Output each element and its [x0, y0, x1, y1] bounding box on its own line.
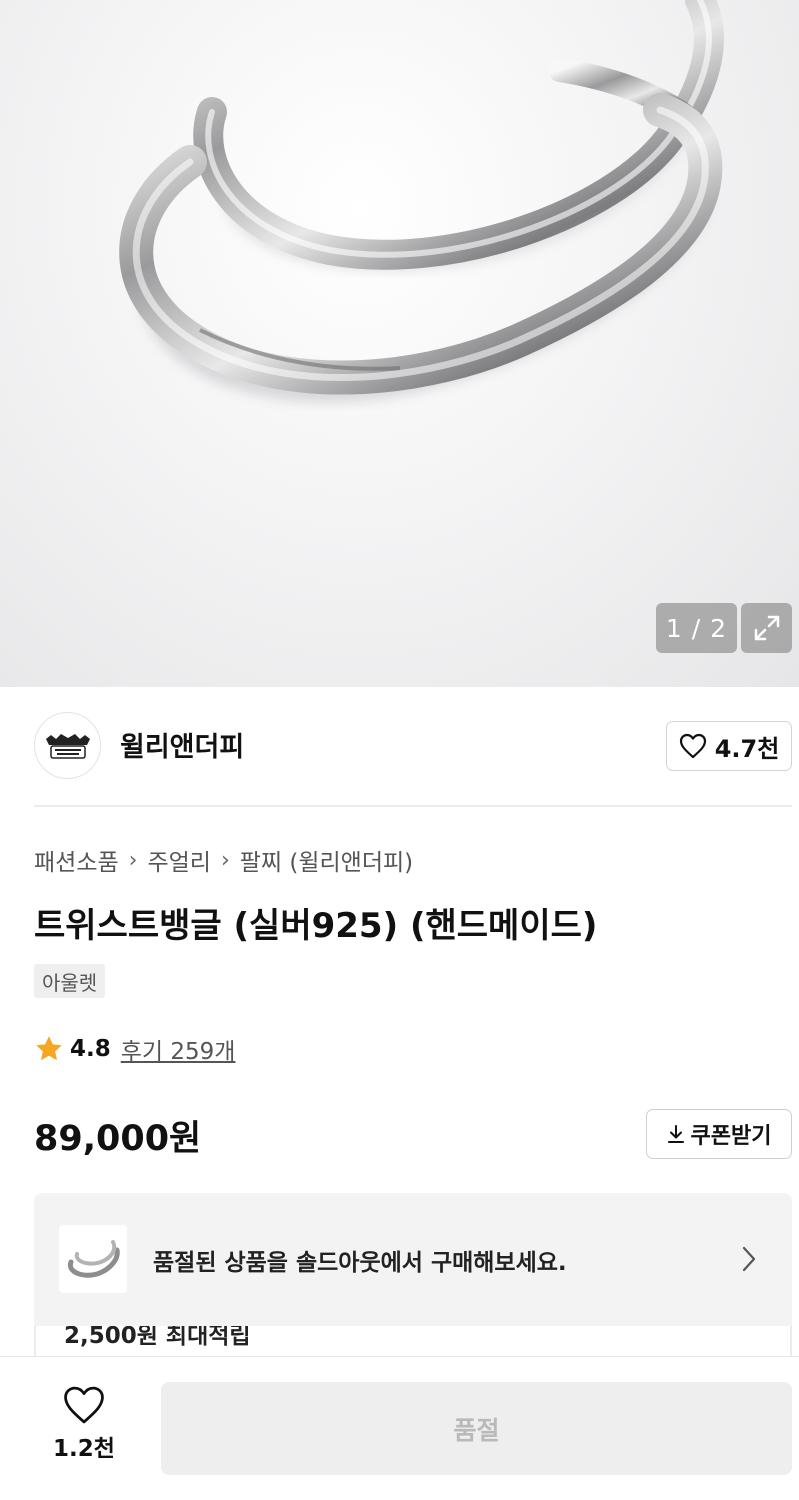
points-strip: 2,500원 최대적립	[34, 1326, 792, 1356]
points-text: 2,500원 최대적립	[64, 1326, 251, 1349]
chevron-right-icon: ›	[128, 847, 138, 873]
review-link[interactable]: 후기 259개	[121, 1032, 236, 1066]
product-title: 트위스트뱅글 (실버925) (핸드메이드)	[34, 906, 598, 946]
brand-logo-image	[45, 733, 90, 759]
rating: 4.8 후기 259개	[34, 1032, 235, 1066]
soldout-banner-text: 품절된 상품을 솔드아웃에서 구매해보세요.	[153, 1250, 567, 1276]
heart-icon	[679, 733, 706, 759]
expand-icon	[754, 615, 779, 641]
coupon-button[interactable]: 쿠폰받기	[646, 1109, 792, 1159]
breadcrumb-item[interactable]: 주얼리	[147, 843, 210, 877]
breadcrumb: 패션소품 › 주얼리 › 팔찌 (윌리앤더피)	[34, 843, 413, 877]
star-icon	[36, 1036, 62, 1061]
bangle-thumbnail	[67, 1240, 120, 1278]
image-counter: 1 / 2	[656, 603, 737, 653]
rating-score: 4.8	[70, 1036, 111, 1062]
brand-name[interactable]: 윌리앤더피	[120, 725, 244, 764]
expand-button[interactable]	[741, 603, 792, 653]
banner-thumbnail	[59, 1225, 127, 1293]
breadcrumb-item[interactable]: 패션소품	[34, 843, 119, 877]
brand-row: 윌리앤더피 4.7천	[0, 687, 799, 806]
bangle-photo	[119, 0, 724, 403]
heart-icon	[64, 1386, 104, 1424]
price: 89,000원	[34, 1119, 202, 1159]
brand-logo[interactable]	[34, 712, 101, 779]
bottom-bar: 1.2천 품절	[0, 1356, 799, 1500]
soldout-button[interactable]: 품절	[161, 1382, 792, 1475]
chevron-right-icon	[742, 1246, 756, 1272]
soldout-banner[interactable]: 품절된 상품을 솔드아웃에서 구매해보세요.	[34, 1193, 792, 1326]
breadcrumb-item[interactable]: 팔찌 (윌리앤더피)	[240, 843, 413, 877]
brand-like-button[interactable]: 4.7천	[666, 721, 792, 771]
divider	[34, 805, 792, 807]
brand-like-count: 4.7천	[714, 734, 780, 763]
product-image[interactable]: 1 / 2	[0, 0, 799, 687]
chevron-right-icon: ›	[220, 847, 230, 873]
outlet-tag: 아울렛	[34, 964, 106, 998]
wish-button[interactable]: 1.2천	[34, 1385, 134, 1475]
download-icon	[667, 1125, 684, 1143]
wish-count: 1.2천	[53, 1436, 115, 1462]
coupon-label: 쿠폰받기	[690, 1124, 772, 1149]
